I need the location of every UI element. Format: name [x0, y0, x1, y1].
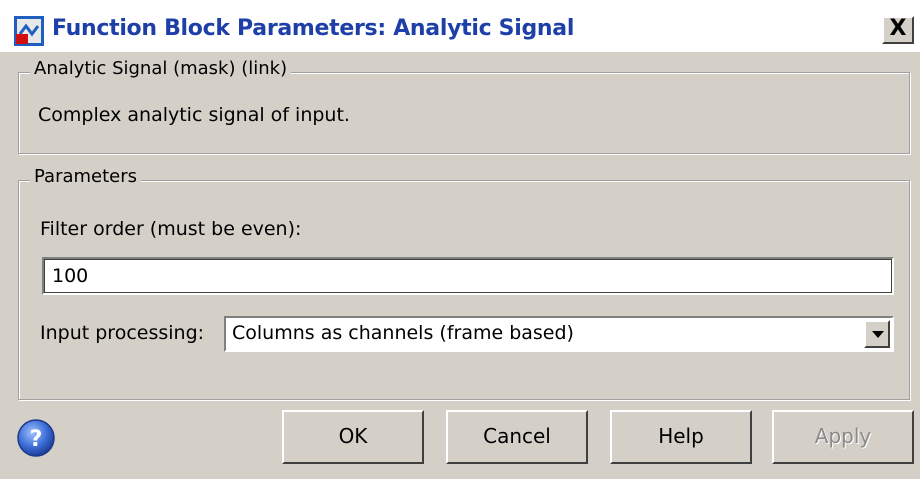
cancel-button[interactable]: Cancel — [446, 410, 588, 464]
window-title: Function Block Parameters: Analytic Sign… — [52, 16, 575, 41]
input-processing-dropdown[interactable]: Columns as channels (frame based) — [224, 316, 894, 352]
chevron-down-icon — [872, 331, 884, 338]
close-button[interactable]: X — [882, 16, 914, 44]
title-bar[interactable]: Function Block Parameters: Analytic Sign… — [0, 0, 920, 52]
input-processing-value: Columns as channels (frame based) — [232, 322, 574, 344]
parameters-group-legend: Parameters — [30, 166, 142, 187]
dialog-window: Function Block Parameters: Analytic Sign… — [0, 0, 920, 479]
svg-text:?: ? — [30, 427, 43, 452]
question-icon[interactable]: ? — [16, 418, 56, 458]
input-processing-label: Input processing: — [40, 322, 205, 344]
mask-group-legend: Analytic Signal (mask) (link) — [30, 58, 292, 79]
dropdown-arrow-button[interactable] — [864, 320, 890, 348]
block-description: Complex analytic signal of input. — [38, 104, 350, 126]
help-button[interactable]: Help — [610, 410, 752, 464]
simulink-block-icon — [14, 16, 44, 46]
apply-button[interactable]: Apply — [772, 410, 914, 464]
filter-order-label: Filter order (must be even): — [40, 218, 302, 240]
ok-button[interactable]: OK — [282, 410, 424, 464]
filter-order-input[interactable]: 100 — [42, 257, 894, 295]
